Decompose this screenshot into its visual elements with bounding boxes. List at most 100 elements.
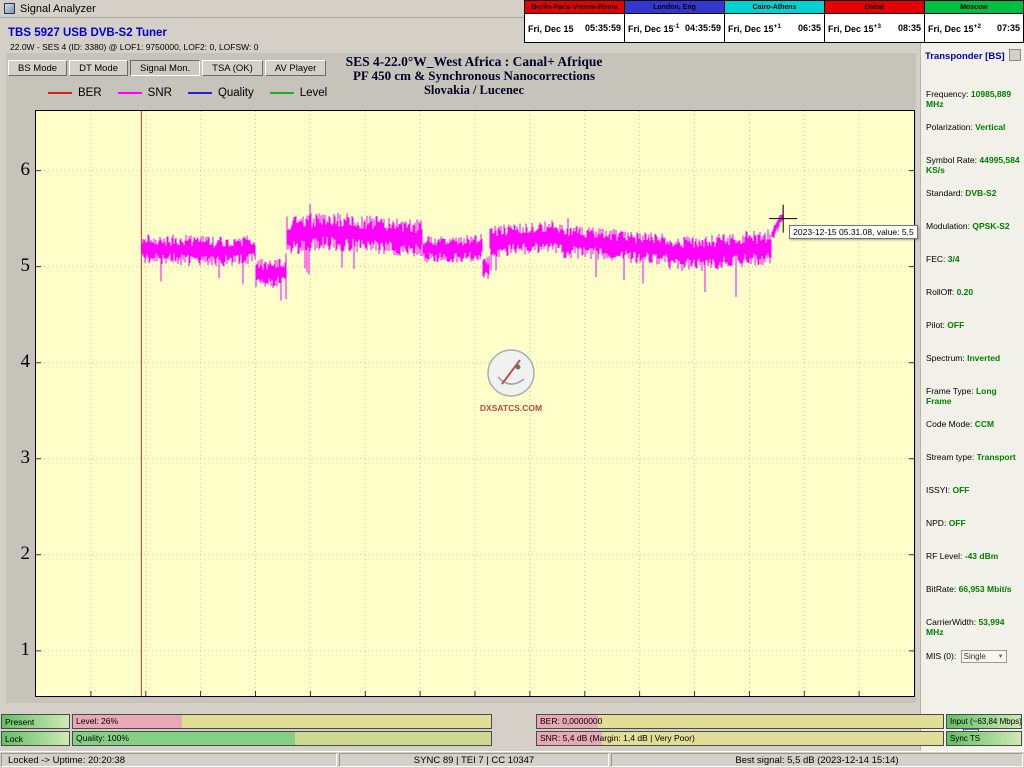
param-label: Standard: bbox=[926, 188, 963, 198]
statusbar-panel-1: SYNC 89 | TEI 7 | CC 10347 bbox=[339, 753, 609, 767]
legend-item-quality: Quality bbox=[188, 87, 254, 99]
clock-date: Fri, Dec 15+3 bbox=[828, 23, 881, 34]
meter-bar: Quality: 100% bbox=[72, 731, 492, 746]
chevron-down-icon: ▼ bbox=[998, 652, 1004, 662]
transponder-row-rf-level: RF Level: -43 dBm bbox=[926, 551, 1022, 561]
param-label: Polarization: bbox=[926, 122, 973, 132]
panel-options-button[interactable] bbox=[1009, 49, 1021, 61]
param-label: CarrierWidth: bbox=[926, 617, 976, 627]
param-value: -43 dBm bbox=[965, 551, 999, 561]
param-value: OFF bbox=[947, 320, 964, 330]
y-axis-label: 1 bbox=[6, 639, 30, 661]
clock-cairo-athens: Cairo-AthensFri, Dec 15+106:35 bbox=[724, 0, 824, 43]
signal-analyzer-window: Signal Analyzer Berlin-Paris-Vienna-Roma… bbox=[0, 0, 1024, 768]
clock-date: Fri, Dec 15+1 bbox=[728, 23, 781, 34]
param-value: 0.20 bbox=[957, 287, 974, 297]
transponder-row-polarization: Polarization: Vertical bbox=[926, 122, 1022, 132]
bar-fill bbox=[598, 715, 943, 728]
transponder-row-carrierwidth: CarrierWidth: 53,994 MHz bbox=[926, 617, 1022, 637]
transponder-panel: Transponder [BS] Frequency: 10985,889 MH… bbox=[920, 43, 1024, 751]
bar-text: SNR: 5,4 dB (Margin: 1,4 dB | Very Poor) bbox=[540, 732, 695, 745]
clock-time-row: Fri, Dec 1505:35:59 bbox=[524, 14, 624, 43]
meter-bar: SNR: 5,4 dB (Margin: 1,4 dB | Very Poor) bbox=[536, 731, 944, 746]
window-title: Signal Analyzer bbox=[20, 3, 96, 15]
tab-signal-mon[interactable]: Signal Mon. bbox=[130, 60, 200, 76]
chart-panel: SES 4-22.0°W_West Africa : Canal+ Afriqu… bbox=[6, 53, 916, 703]
transponder-row-pilot: Pilot: OFF bbox=[926, 320, 1022, 330]
legend-swatch bbox=[118, 92, 142, 94]
meter-bar: BER: 0,0000000 bbox=[536, 714, 944, 729]
gap bbox=[492, 714, 536, 729]
grid bbox=[36, 111, 914, 696]
param-value: Vertical bbox=[975, 122, 1005, 132]
clock-berlin-paris-vienna-roma: Berlin-Paris-Vienna-RomaFri, Dec 1505:35… bbox=[524, 0, 624, 43]
tab-dt-mode[interactable]: DT Mode bbox=[69, 60, 128, 76]
bar-text: BER: 0,0000000 bbox=[540, 715, 602, 728]
transponder-row-modulation: Modulation: QPSK-S2 bbox=[926, 221, 1022, 231]
clock-date: Fri, Dec 15-1 bbox=[628, 23, 679, 34]
param-label: Stream type: bbox=[926, 452, 974, 462]
transponder-row-fec: FEC: 3/4 bbox=[926, 254, 1022, 264]
transponder-row-frequency: Frequency: 10985,889 MHz bbox=[926, 89, 1022, 109]
clock-city-label: Dubai bbox=[824, 0, 924, 14]
tab-bs-mode[interactable]: BS Mode bbox=[8, 60, 67, 76]
param-value: OFF bbox=[949, 518, 966, 528]
param-value: Transport bbox=[977, 452, 1016, 462]
param-label: Spectrum: bbox=[926, 353, 965, 363]
param-value: QPSK-S2 bbox=[972, 221, 1009, 231]
svg-text:DXSATCS.COM: DXSATCS.COM bbox=[480, 403, 542, 413]
gap bbox=[492, 731, 536, 746]
param-value: DVB-S2 bbox=[965, 188, 996, 198]
statusbar-panel-2: Best signal: 5,5 dB (2023-12-14 15:14) bbox=[611, 753, 1023, 767]
transponder-row-code-mode: Code Mode: CCM bbox=[926, 419, 1022, 429]
tab-tsa-ok[interactable]: TSA (OK) bbox=[202, 60, 263, 76]
tab-av-player[interactable]: AV Player bbox=[265, 60, 327, 76]
mis-selected-value: Single bbox=[964, 652, 986, 662]
param-label: Modulation: bbox=[926, 221, 970, 231]
status-flag: Input (~63,84 Mbps) bbox=[946, 714, 1022, 729]
clock-time-row: Fri, Dec 15+308:35 bbox=[824, 14, 924, 43]
status-flag: Present bbox=[1, 714, 70, 729]
param-value: 66,953 Mbit/s bbox=[959, 584, 1012, 594]
clock-time: 06:35 bbox=[798, 23, 821, 33]
transponder-row-bitrate: BitRate: 66,953 Mbit/s bbox=[926, 584, 1022, 594]
legend-item-snr: SNR bbox=[118, 87, 172, 99]
clock-moscow: MoscowFri, Dec 15+207:35 bbox=[924, 0, 1024, 43]
bar-text: Level: 26% bbox=[76, 715, 118, 728]
world-clocks: Berlin-Paris-Vienna-RomaFri, Dec 1505:35… bbox=[524, 0, 1024, 43]
param-label: Frame Type: bbox=[926, 386, 974, 396]
clock-time-row: Fri, Dec 15-104:35:59 bbox=[624, 14, 724, 43]
transponder-header: Transponder [BS] bbox=[925, 51, 1005, 62]
param-label: BitRate: bbox=[926, 584, 956, 594]
param-value: Inverted bbox=[967, 353, 1000, 363]
bar-text: Quality: 100% bbox=[76, 732, 129, 745]
mode-tabs: BS ModeDT ModeSignal Mon.TSA (OK)AV Play… bbox=[8, 60, 326, 76]
snr-trace bbox=[141, 204, 783, 696]
status-row-present: Present Level: 26% BER: 0,0000000 Input (~6… bbox=[1, 714, 1023, 729]
mis-select[interactable]: Single ▼ bbox=[961, 650, 1007, 663]
param-value: 3/4 bbox=[948, 254, 960, 264]
clock-city-label: Moscow bbox=[924, 0, 1024, 14]
param-label: Symbol Rate: bbox=[926, 155, 977, 165]
statusbar-panel-0: Locked -> Uptime: 20:20:38 bbox=[1, 753, 337, 767]
param-label: RF Level: bbox=[926, 551, 962, 561]
meter-bar: Level: 26% bbox=[72, 714, 492, 729]
clock-time: 05:35:59 bbox=[585, 23, 621, 33]
plot-area[interactable]: DXSATCS.COM 2023-12-15 05.31.08, value: … bbox=[35, 110, 915, 697]
signal-plot: DXSATCS.COM bbox=[36, 111, 914, 696]
status-row-lock: LockQuality: 100%SNR: 5,4 dB (Margin: 1,… bbox=[1, 731, 1023, 746]
param-label: FEC: bbox=[926, 254, 945, 264]
tuner-subtitle: 22.0W - SES 4 (ID: 3380) @ LOF1: 9750000… bbox=[10, 42, 258, 52]
clock-dubai: DubaiFri, Dec 15+308:35 bbox=[824, 0, 924, 43]
legend-swatch bbox=[48, 92, 72, 94]
param-label: RollOff: bbox=[926, 287, 954, 297]
param-value: CCM bbox=[975, 419, 994, 429]
transponder-row-symbol-rate: Symbol Rate: 44995,584 KS/s bbox=[926, 155, 1022, 175]
cursor-tooltip: 2023-12-15 05.31.08, value: 5,5 bbox=[789, 225, 918, 239]
legend-item-level: Level bbox=[270, 87, 328, 99]
legend-label: SNR bbox=[148, 87, 172, 99]
legend-swatch bbox=[270, 92, 294, 94]
transponder-row-standard: Standard: DVB-S2 bbox=[926, 188, 1022, 198]
clock-london-eng: London, EngFri, Dec 15-104:35:59 bbox=[624, 0, 724, 43]
legend-label: BER bbox=[78, 87, 102, 99]
